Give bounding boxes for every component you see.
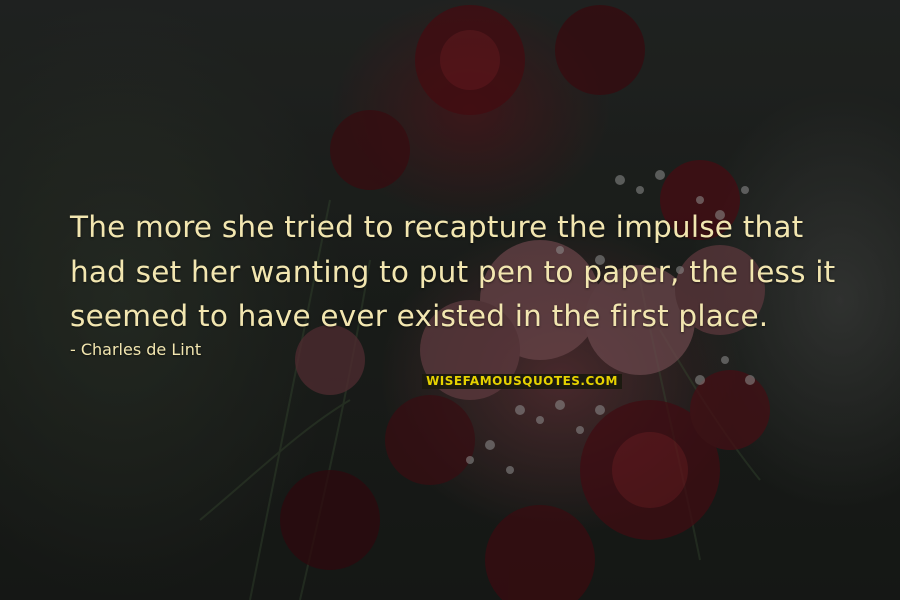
quote-line: The more she tried to recapture the impu…	[70, 210, 804, 244]
wisefamousquotes-logo: WISEFAMOUSQUOTES.COM	[422, 374, 622, 389]
quote-author: - Charles de Lint	[70, 340, 202, 359]
quote-line: had set her wanting to put pen to paper,…	[70, 254, 836, 289]
quote-image: The more she tried to recapture the impu…	[0, 0, 900, 600]
quote-text: The more she tried to recapture the impu…	[70, 205, 836, 339]
quote-line: seemed to have ever existed in the first…	[70, 299, 769, 333]
